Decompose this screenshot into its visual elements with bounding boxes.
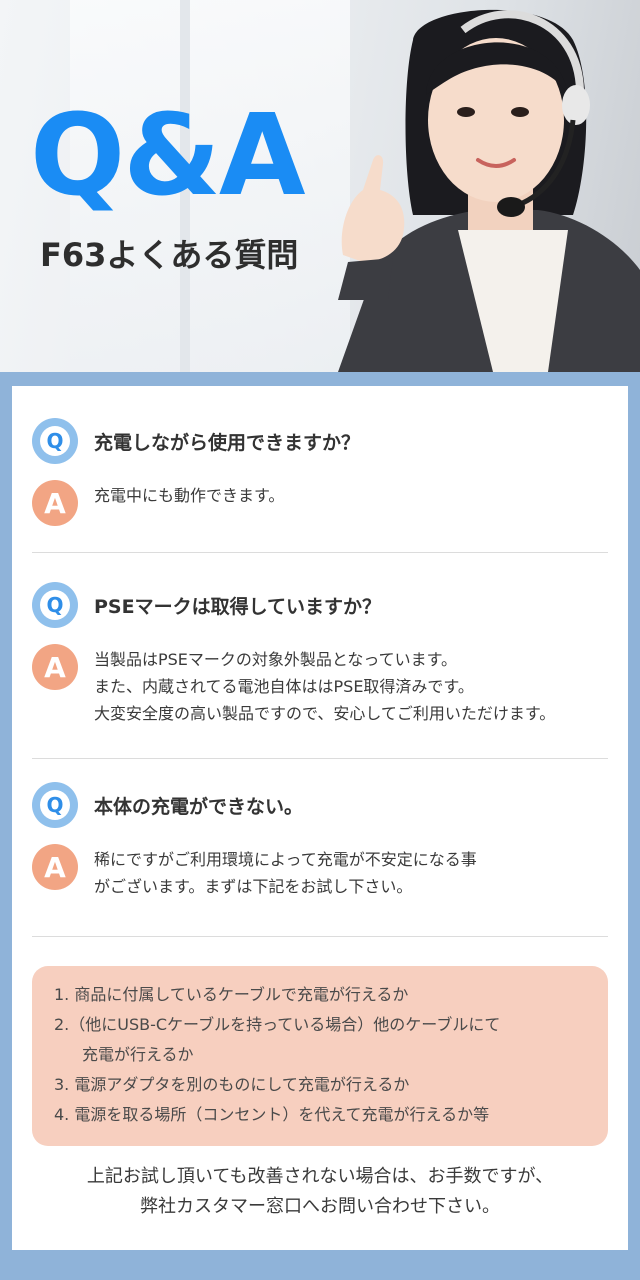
divider [32, 552, 608, 553]
divider [32, 758, 608, 759]
a-badge-icon: A [32, 644, 78, 690]
tip-item: 2.（他にUSB-Cケーブルを持っている場合）他のケーブルにて [54, 1015, 501, 1034]
troubleshooting-tips: 1. 商品に付属しているケーブルで充電が行えるか 2.（他にUSB-Cケーブルを… [32, 966, 608, 1146]
tip-item: 3. 電源アダプタを別のものにして充電が行えるか [54, 1075, 410, 1094]
q-badge-icon: Q [32, 582, 78, 628]
faq-question-1: Q 充電しながら使用できますか？ [32, 418, 360, 464]
faq-answer-1: A 充電中にも動作できます。 [32, 480, 284, 526]
faq-card: Q 充電しながら使用できますか？ A 充電中にも動作できます。 Q PSEマーク… [12, 386, 628, 1250]
faq-question-2: Q PSEマークは取得していますか？ [32, 582, 381, 628]
faq-answer-2: A 当製品はPSEマークの対象外製品となっています。 また、内蔵されてる電池自体… [32, 644, 555, 727]
divider [32, 936, 608, 937]
hero-banner: Q&A F63よくある質問 [0, 0, 640, 372]
answer-text: 当製品はPSEマークの対象外製品となっています。 また、内蔵されてる電池自体はは… [94, 650, 556, 723]
page-subtitle: F63よくある質問 [40, 236, 299, 274]
q-badge-icon: Q [32, 418, 78, 464]
qa-logo: Q&A [30, 91, 306, 221]
tip-item-continued: 充電が行えるか [82, 1045, 194, 1064]
question-text: 充電しながら使用できますか？ [94, 431, 361, 454]
q-badge-icon: Q [32, 782, 78, 828]
answer-text: 充電中にも動作できます。 [94, 486, 285, 505]
question-text: PSEマークは取得していますか？ [94, 595, 382, 618]
faq-question-3: Q 本体の充電ができない。 [32, 782, 303, 828]
support-agent-illustration [338, 9, 640, 372]
tip-item: 4. 電源を取る場所（コンセント）を代えて充電が行えるか等 [54, 1105, 490, 1124]
a-badge-icon: A [32, 480, 78, 526]
closing-note: 上記お試し頂いても改善されない場合は、お手数ですが、 弊社カスタマー窓口へお問い… [86, 1166, 554, 1217]
answer-text: 稀にですがご利用環境によって充電が不安定になる事 がございます。まずは下記をお試… [94, 850, 477, 896]
a-badge-icon: A [32, 844, 78, 890]
question-text: 本体の充電ができない。 [94, 795, 304, 818]
faq-answer-3: A 稀にですがご利用環境によって充電が不安定になる事 がございます。まずは下記を… [32, 844, 477, 900]
tip-item: 1. 商品に付属しているケーブルで充電が行えるか [54, 985, 409, 1004]
